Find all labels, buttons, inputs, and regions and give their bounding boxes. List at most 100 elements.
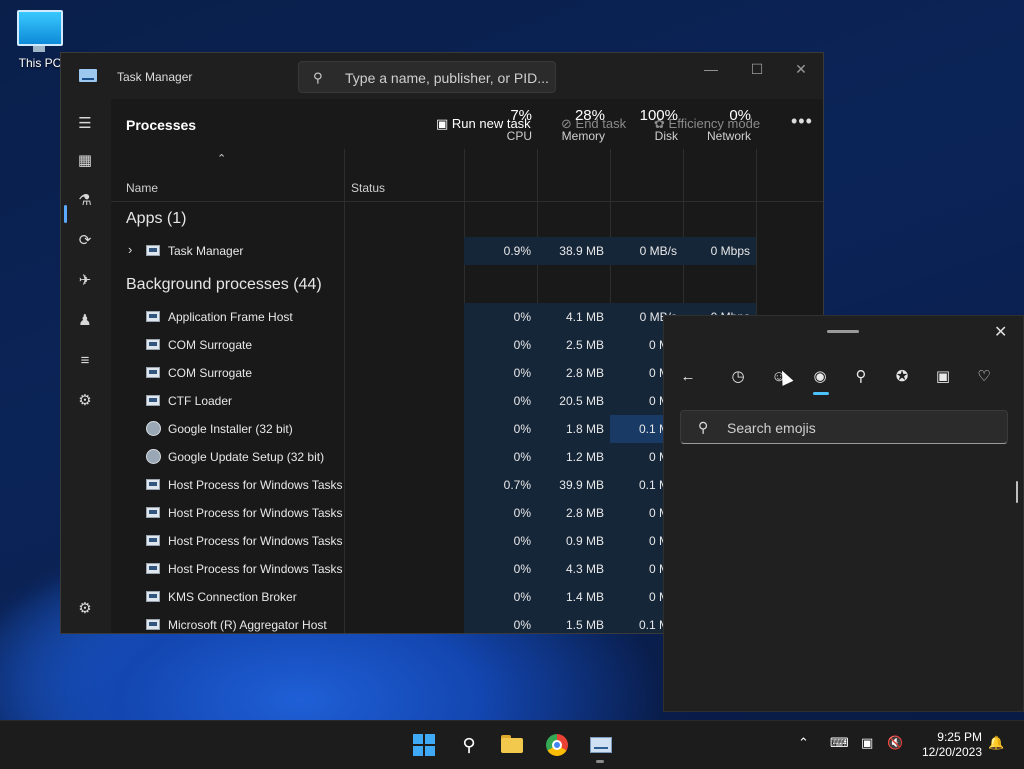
start-button[interactable]: [412, 733, 436, 757]
memory-cell: 39.9 MB: [537, 471, 610, 499]
column-header-cpu[interactable]: 7% CPU: [464, 53, 532, 143]
users-nav-icon[interactable]: ♟: [75, 311, 95, 331]
group-header-apps: Apps (1): [126, 210, 187, 227]
memory-label: Memory: [561, 129, 605, 143]
column-header-disk[interactable]: 100% Disk: [610, 53, 678, 143]
clock-date: 12/20/2023: [921, 745, 982, 759]
performance-nav-icon[interactable]: ⚗: [75, 191, 95, 211]
process-icon: [146, 619, 160, 630]
emoji-panel: ✕ ← ◷ ☺ ◉ ⚲ ✪ ▣ ♡ ⚲ Search emojis: [663, 315, 1024, 712]
column-header-status[interactable]: Status: [351, 181, 385, 195]
car-icon[interactable]: ▣: [932, 366, 954, 388]
process-name: COM Surrogate: [168, 338, 253, 352]
table-row[interactable]: › Task Manager 0.9% 38.9 MB 0 MB/s 0 Mbp…: [111, 237, 766, 265]
process-icon: [146, 339, 160, 350]
installer-icon: [146, 449, 161, 464]
emoji-search-input[interactable]: ⚲ Search emojis: [680, 410, 1008, 444]
chevron-up-icon[interactable]: ⌃: [798, 735, 809, 751]
cpu-cell: 0.9%: [464, 237, 537, 265]
memory-cell: 2.8 MB: [537, 359, 610, 387]
volume-muted-icon[interactable]: 🔇: [887, 735, 903, 751]
scrollbar-thumb[interactable]: [1016, 481, 1018, 503]
hamburger-menu-icon[interactable]: ☰: [75, 114, 95, 134]
process-name: Application Frame Host: [168, 310, 293, 324]
folder-icon: [501, 738, 523, 753]
cpu-cell: 0.7%: [464, 471, 537, 499]
close-icon[interactable]: ✕: [994, 322, 1007, 342]
back-arrow-icon[interactable]: ←: [677, 366, 699, 388]
memory-cell: 20.5 MB: [537, 387, 610, 415]
cpu-cell: 0%: [464, 415, 537, 443]
column-header-network[interactable]: 0% Network: [683, 53, 751, 143]
column-header-memory[interactable]: 28% Memory: [537, 53, 605, 143]
running-app-indicator: [596, 760, 604, 763]
notification-bell-icon[interactable]: 🔔: [988, 735, 1004, 751]
process-name: Task Manager: [168, 244, 244, 258]
emoji-search-placeholder: Search emojis: [727, 420, 816, 436]
memory-total: 28%: [574, 107, 605, 124]
process-icon: [146, 535, 160, 546]
chevron-right-icon[interactable]: ›: [128, 242, 132, 257]
process-icon: [146, 591, 160, 602]
keyboard-icon[interactable]: ⌨: [830, 735, 849, 751]
memory-cell: 1.8 MB: [537, 415, 610, 443]
search-icon: ⚲: [313, 70, 323, 85]
process-name: KMS Connection Broker: [168, 590, 297, 604]
memory-cell: 1.5 MB: [537, 611, 610, 633]
recent-clock-icon[interactable]: ◷: [727, 366, 749, 388]
chrome-center: [552, 740, 562, 750]
cpu-cell: 0%: [464, 331, 537, 359]
celebration-icon[interactable]: ✪: [891, 366, 913, 388]
cpu-cell: 0%: [464, 443, 537, 471]
memory-cell: 4.1 MB: [537, 303, 610, 331]
process-name: COM Surrogate: [168, 366, 253, 380]
cpu-cell: 0%: [464, 303, 537, 331]
drag-handle[interactable]: [827, 330, 859, 333]
services-nav-icon[interactable]: ⚙: [75, 391, 95, 411]
windows-logo-icon: [413, 734, 423, 744]
food-icon[interactable]: ⚲: [850, 366, 872, 388]
chrome-icon[interactable]: [545, 733, 569, 757]
windows-logo-tile: [425, 734, 435, 744]
memory-cell: 1.4 MB: [537, 583, 610, 611]
memory-cell: 2.5 MB: [537, 331, 610, 359]
active-tab-indicator: [813, 392, 829, 395]
cpu-cell: 0%: [464, 611, 537, 633]
network-label: Network: [706, 129, 751, 143]
task-manager-app-icon: [79, 69, 97, 82]
app-history-nav-icon[interactable]: ⟳: [75, 231, 95, 251]
task-manager-taskbar-icon[interactable]: [589, 733, 613, 757]
network-icon[interactable]: ▣: [861, 735, 873, 751]
cpu-cell: 0%: [464, 527, 537, 555]
cpu-cell: 0%: [464, 359, 537, 387]
process-icon: [146, 311, 160, 322]
startup-apps-nav-icon[interactable]: ✈: [75, 271, 95, 291]
sort-caret-icon: ⌃: [217, 153, 227, 165]
system-clock[interactable]: 9:25 PM 12/20/2023: [910, 730, 982, 760]
more-options-button[interactable]: •••: [791, 111, 813, 132]
network-cell: 0 Mbps: [683, 237, 756, 265]
process-icon: [146, 395, 160, 406]
process-name: Google Installer (32 bit): [168, 422, 293, 436]
disk-total: 100%: [639, 107, 678, 124]
memory-cell: 38.9 MB: [537, 237, 610, 265]
network-total: 0%: [729, 107, 751, 124]
disk-label: Disk: [654, 129, 678, 143]
cpu-cell: 0%: [464, 387, 537, 415]
file-explorer-icon[interactable]: [500, 733, 524, 757]
process-name: Host Process for Windows Tasks: [168, 478, 343, 492]
taskbar-search-icon[interactable]: ⚲: [457, 733, 481, 757]
animal-icon[interactable]: ◉: [809, 366, 831, 388]
close-button[interactable]: ✕: [781, 61, 821, 81]
run-new-task-icon: ▣: [436, 116, 449, 131]
memory-cell: 1.2 MB: [537, 443, 610, 471]
process-name: Host Process for Windows Tasks: [168, 506, 343, 520]
task-manager-graph-icon: [590, 737, 612, 753]
search-icon: ⚲: [698, 419, 709, 435]
details-nav-icon[interactable]: ≡: [75, 351, 95, 371]
process-icon: [146, 367, 160, 378]
settings-gear-icon[interactable]: ⚙: [75, 599, 95, 619]
heart-icon[interactable]: ♡: [973, 366, 995, 388]
processes-nav-icon[interactable]: ▦: [75, 151, 95, 171]
column-header-name[interactable]: Name: [126, 181, 158, 195]
